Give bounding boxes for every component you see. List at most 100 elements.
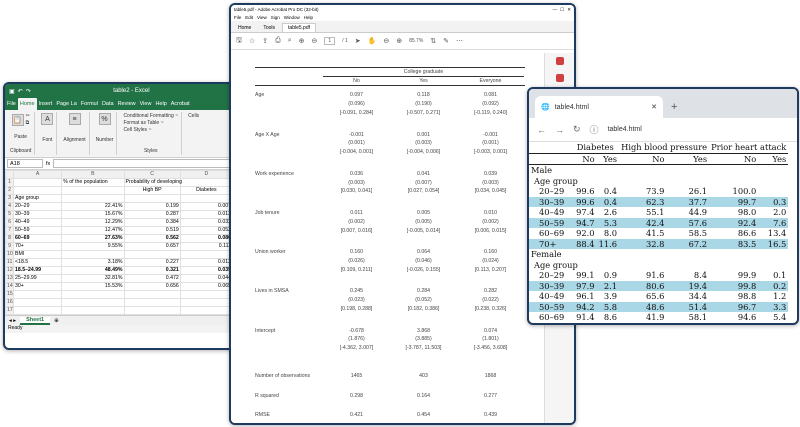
menu-view[interactable]: View [257,15,267,20]
alignment-button[interactable]: Alignment [63,137,85,143]
tab-table5-pdf[interactable]: table5.pdf [282,23,316,32]
cell[interactable]: 30+ [13,282,63,291]
row-header[interactable]: 17 [5,306,15,315]
row-header[interactable]: 12 [5,266,15,275]
menu-home[interactable]: Home [17,98,37,110]
minimize-icon[interactable]: — [553,7,558,12]
back-icon[interactable]: ← [537,125,546,135]
hand-tool-icon[interactable]: ✋ [368,37,377,45]
menu-help[interactable]: Help [304,15,313,20]
prev-page-icon[interactable]: ⊕ [299,37,305,45]
print-icon[interactable]: ⎙ [275,37,281,45]
alignment-icon[interactable]: ≡ [68,113,81,125]
info-icon[interactable]: ⓘ [590,123,599,136]
comment-icon[interactable]: ✎ [443,37,449,45]
cells-button[interactable]: Cells [188,113,199,119]
bookmark-icon[interactable]: ☆ [249,37,255,45]
font-icon[interactable]: A [41,113,54,125]
page-number-input[interactable]: 1 [324,37,336,45]
cell[interactable]: 40–49 [13,218,63,227]
more-tools-icon[interactable]: ⋯ [456,37,463,45]
cell[interactable] [123,306,181,315]
zoom-in-icon[interactable]: ⊕ [396,37,402,45]
cell[interactable] [61,250,125,259]
cell[interactable]: 15.67% [61,210,125,219]
cell[interactable]: 25–29.99 [13,274,63,283]
menu-formul[interactable]: Formul [79,101,100,107]
column-header[interactable]: D [179,170,233,179]
save-icon[interactable]: ▣ [9,88,15,95]
cell[interactable]: 20–29 [13,202,63,211]
column-header[interactable]: C [123,170,181,179]
menu-file[interactable]: File [234,15,241,20]
save-icon[interactable]: 🖫 [236,36,242,47]
cell[interactable] [123,194,181,203]
cell[interactable]: 50–59 [13,226,63,235]
row-header[interactable]: 6 [5,218,15,227]
cell[interactable]: 0.519 [123,226,181,235]
cell[interactable]: 0.562 [123,234,181,243]
menu-review[interactable]: Review [116,101,138,107]
row-header[interactable]: 2 [5,186,15,195]
menu-help[interactable]: Help [153,101,168,107]
forward-icon[interactable]: → [555,125,564,135]
cell[interactable] [61,298,125,307]
row-header[interactable]: 13 [5,274,15,283]
tab-home[interactable]: Home [233,24,256,32]
menu-acrobat[interactable]: Acrobat [169,101,192,107]
row-header[interactable]: 8 [5,234,15,243]
cell[interactable]: 0.013 [179,210,233,219]
row-header[interactable]: 3 [5,194,15,203]
cell[interactable]: 30–39 [13,210,63,219]
cell[interactable] [13,186,63,195]
format-as-table-button[interactable]: Format as Table ~ [123,120,178,126]
cell[interactable] [61,306,125,315]
add-sheet-icon[interactable]: ⊕ [54,318,59,324]
cell[interactable]: 9.55% [61,242,125,251]
cell[interactable]: Age group [13,194,63,203]
cell[interactable] [123,290,181,299]
cell[interactable]: 60–69 [13,234,63,243]
cell[interactable] [179,290,233,299]
menu-sign[interactable]: Sign [271,15,280,20]
cut-icon[interactable]: ✂ [26,113,30,119]
row-header[interactable]: 11 [5,258,15,267]
cell[interactable]: 70+ [13,242,63,251]
select-all-corner[interactable] [5,170,15,179]
cell[interactable]: 32.81% [61,274,125,283]
cell[interactable]: <18.5 [13,258,63,267]
cell[interactable]: 0.080 [179,234,233,243]
browser-tab[interactable]: 🌐 table4.html ✕ [535,96,663,118]
search-icon[interactable]: ⌕ [288,37,292,45]
cell[interactable] [13,290,63,299]
cell[interactable]: 12.47% [61,226,125,235]
cell[interactable]: 0.321 [123,266,181,275]
cell[interactable] [179,194,233,203]
new-tab-icon[interactable]: + [671,101,677,113]
row-header[interactable]: 4 [5,202,15,211]
cell[interactable]: 18.5–24.99 [13,266,63,275]
cell[interactable]: 27.63% [61,234,125,243]
menu-file[interactable]: File [5,101,18,107]
tab-close-icon[interactable]: ✕ [651,103,657,111]
font-button[interactable]: Font [42,137,52,143]
cell[interactable]: 0.657 [123,242,181,251]
zoom-level[interactable]: 85.7% [409,38,423,44]
cell[interactable]: 15.53% [61,282,125,291]
cell[interactable] [13,298,63,307]
cell[interactable] [179,178,233,187]
sheet-tab-sheet1[interactable]: Sheet1 [20,316,51,325]
select-tool-icon[interactable]: ➤ [355,37,361,45]
cell[interactable]: Probability of developing [123,178,182,187]
cell[interactable]: High BP [123,186,181,195]
cell-styles-button[interactable]: Cell Styles ~ [123,127,178,133]
row-header[interactable]: 14 [5,282,15,291]
maximize-icon[interactable]: ☐ [560,7,564,13]
upload-icon[interactable]: ⇪ [262,37,268,45]
cell[interactable]: 3.18% [61,258,125,267]
cell[interactable]: 0.656 [123,282,181,291]
cell[interactable]: 0.199 [123,202,181,211]
cell[interactable]: 12.29% [61,218,125,227]
fx-icon[interactable]: fx [46,161,50,167]
row-header[interactable]: 10 [5,250,15,259]
